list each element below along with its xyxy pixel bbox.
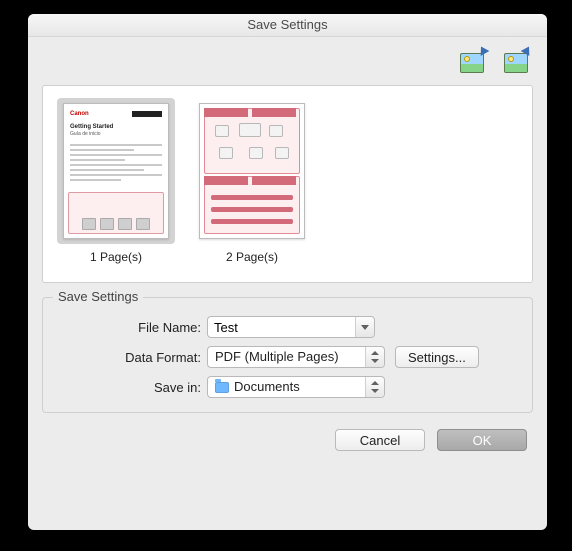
save-settings-group: Save Settings File Name: Data Format: PD…	[42, 297, 533, 413]
rotate-left-icon[interactable]	[457, 47, 487, 75]
data-format-label: Data Format:	[55, 350, 207, 365]
page-preview-1: Getting Started Guía de inicio	[63, 103, 169, 239]
save-in-label: Save in:	[55, 380, 207, 395]
dialog-footer: Cancel OK	[28, 413, 547, 451]
thumbnail-1-label: 1 Page(s)	[90, 250, 142, 264]
thumbnail-2-label: 2 Page(s)	[226, 250, 278, 264]
thumbnail-panel: Getting Started Guía de inicio 1 Page(s)	[42, 85, 533, 283]
data-format-value: PDF (Multiple Pages)	[215, 347, 339, 367]
chevron-down-icon[interactable]	[355, 317, 374, 337]
stepper-icon[interactable]	[365, 377, 384, 397]
ok-button[interactable]: OK	[437, 429, 527, 451]
data-format-select[interactable]: PDF (Multiple Pages)	[207, 346, 385, 368]
cancel-button[interactable]: Cancel	[335, 429, 425, 451]
window-title: Save Settings	[28, 14, 547, 37]
settings-button[interactable]: Settings...	[395, 346, 479, 368]
page-preview-2	[199, 103, 305, 239]
file-name-label: File Name:	[55, 320, 207, 335]
save-in-select[interactable]: Documents	[207, 376, 385, 398]
file-name-input[interactable]	[208, 320, 374, 335]
thumbnail-1[interactable]: Getting Started Guía de inicio 1 Page(s)	[57, 98, 175, 264]
stepper-icon[interactable]	[365, 347, 384, 367]
file-name-combo[interactable]	[207, 316, 375, 338]
rotate-right-icon[interactable]	[501, 47, 531, 75]
save-settings-dialog: Save Settings Getting Started Guía de in…	[28, 14, 547, 530]
thumbnail-2[interactable]: 2 Page(s)	[193, 98, 311, 264]
toolbar	[28, 37, 547, 85]
save-in-value: Documents	[234, 377, 300, 397]
folder-icon	[215, 382, 229, 393]
group-title: Save Settings	[53, 289, 143, 304]
